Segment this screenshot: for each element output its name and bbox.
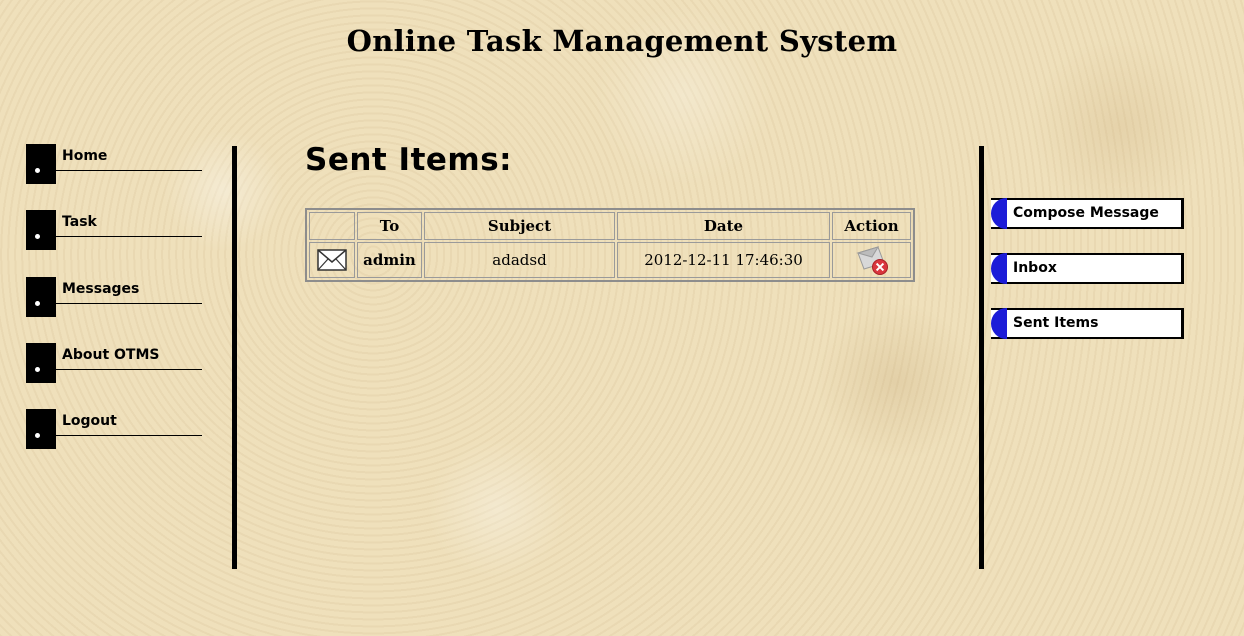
sent-items-label: Sent Items <box>1013 315 1099 331</box>
compose-message-label: Compose Message <box>1013 205 1159 221</box>
table-header-row: To Subject Date Action <box>309 212 911 240</box>
cell-date: 2012-12-11 17:46:30 <box>617 242 830 278</box>
left-divider <box>232 146 237 569</box>
nav-item-logout[interactable]: Logout <box>26 409 204 449</box>
sent-items-button[interactable]: Sent Items <box>991 308 1184 339</box>
nav-item-home[interactable]: Home <box>26 144 204 184</box>
nav-item-label: Task <box>62 214 97 230</box>
cell-action <box>832 242 911 278</box>
right-divider <box>979 146 984 569</box>
message-icon-cell <box>309 242 355 278</box>
nav-bullet-icon <box>26 409 56 449</box>
page-heading: Sent Items: <box>305 142 513 178</box>
nav-item-messages[interactable]: Messages <box>26 277 204 317</box>
nav-bullet-icon <box>26 343 56 383</box>
column-header-action: Action <box>832 212 911 240</box>
column-header-to: To <box>357 212 422 240</box>
column-header-date: Date <box>617 212 830 240</box>
sent-items-table: To Subject Date Action admin adadsd 2012… <box>305 208 915 282</box>
nav-item-label: Home <box>62 148 108 164</box>
inbox-button[interactable]: Inbox <box>991 253 1184 284</box>
inbox-label: Inbox <box>1013 260 1057 276</box>
envelope-icon[interactable] <box>317 248 347 272</box>
delete-message-icon[interactable] <box>852 243 892 277</box>
nav-bullet-icon <box>26 277 56 317</box>
nav-bullet-icon <box>26 144 56 184</box>
nav-item-task[interactable]: Task <box>26 210 204 250</box>
nav-bullet-icon <box>26 210 56 250</box>
column-header-subject: Subject <box>424 212 615 240</box>
nav-item-label: Logout <box>62 413 117 429</box>
compose-message-button[interactable]: Compose Message <box>991 198 1184 229</box>
column-header-icon <box>309 212 355 240</box>
cell-subject[interactable]: adadsd <box>424 242 615 278</box>
cell-to: admin <box>357 242 422 278</box>
nav-item-label: About OTMS <box>62 347 160 363</box>
site-title: Online Task Management System <box>346 24 898 58</box>
nav-item-about[interactable]: About OTMS <box>26 343 204 383</box>
table-row[interactable]: admin adadsd 2012-12-11 17:46:30 <box>309 242 911 278</box>
nav-item-label: Messages <box>62 281 140 297</box>
